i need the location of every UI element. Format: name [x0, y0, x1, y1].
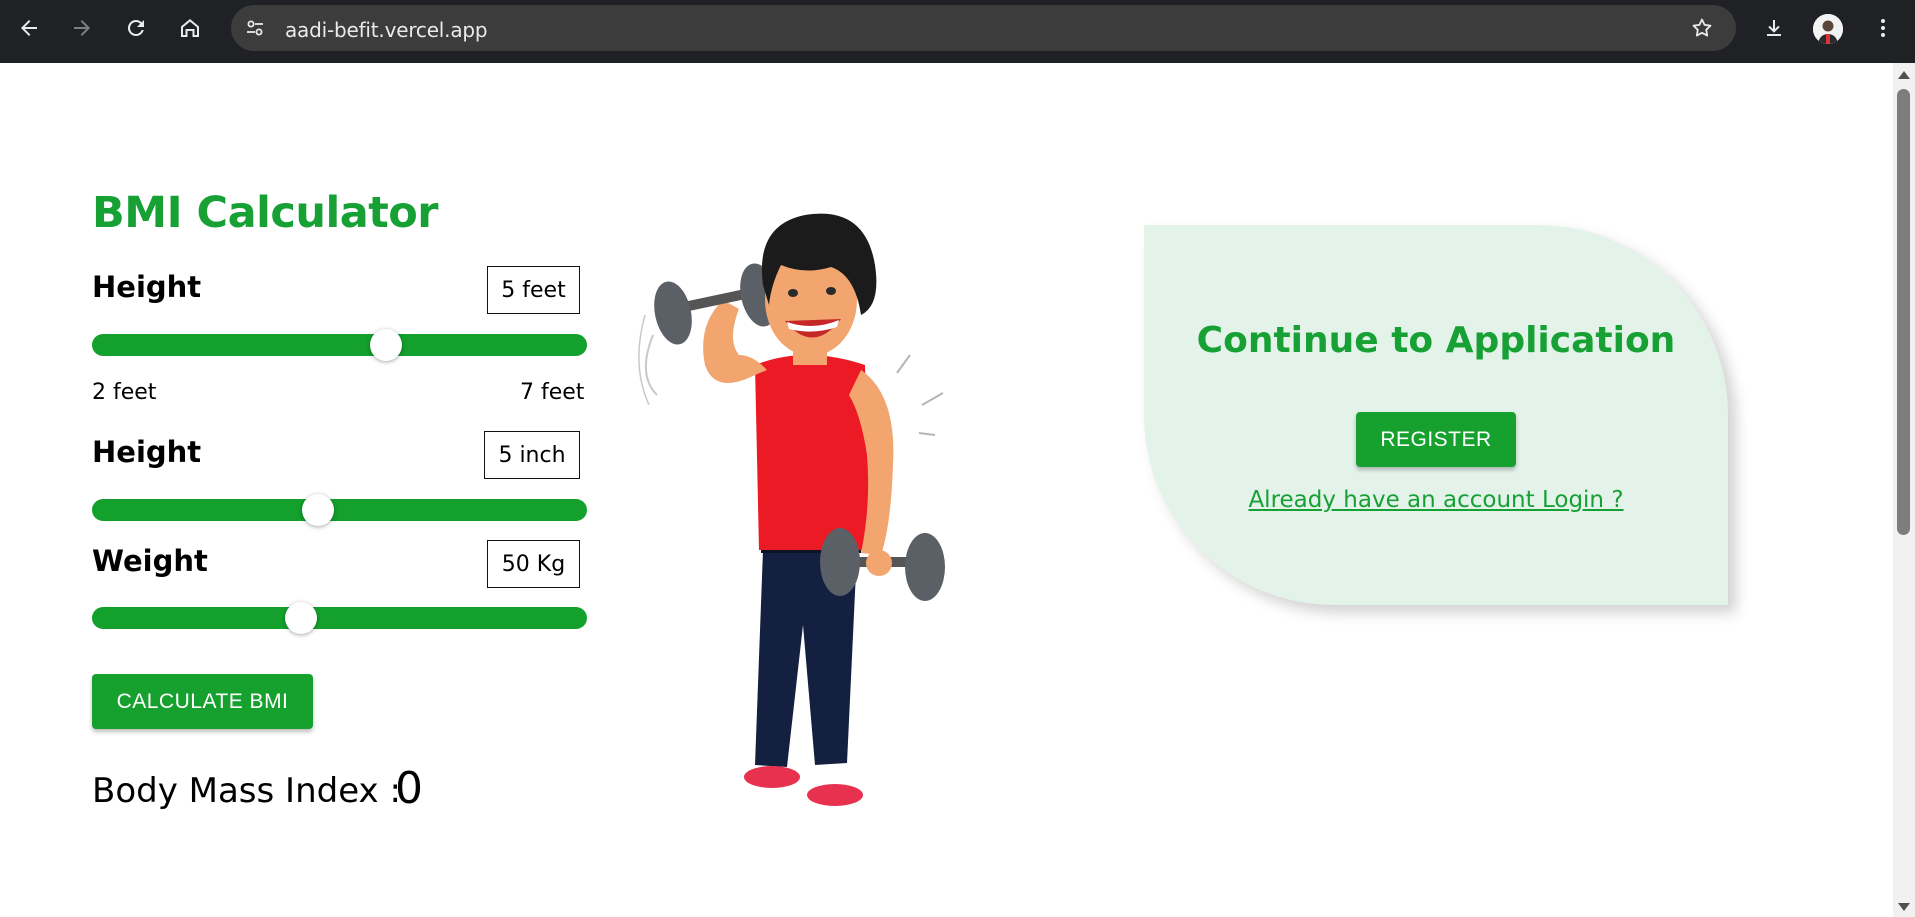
height-feet-slider-thumb[interactable] [370, 329, 403, 361]
site-settings-icon[interactable] [243, 16, 267, 40]
height-min-label: 2 feet [92, 380, 157, 405]
weight-slider[interactable] [92, 602, 587, 634]
height-inch-label: Height [92, 435, 202, 469]
browser-toolbar: aadi-befit.vercel.app [0, 0, 1915, 63]
login-link[interactable]: Already have an account Login ? [1144, 487, 1728, 513]
page-scrollbar[interactable] [1893, 63, 1915, 917]
back-icon[interactable] [13, 12, 45, 44]
bookmark-star-icon[interactable] [1690, 16, 1714, 40]
bmi-result-value: 0 [395, 763, 423, 814]
forward-icon[interactable] [66, 12, 98, 44]
calculate-bmi-button[interactable]: CALCULATE BMI [92, 674, 313, 729]
height-feet-value: 5 feet [487, 266, 580, 314]
url-text[interactable]: aadi-befit.vercel.app [285, 18, 488, 42]
height-inch-slider-thumb[interactable] [302, 494, 335, 526]
height-max-label: 7 feet [520, 380, 585, 405]
scroll-thumb[interactable] [1897, 89, 1910, 535]
address-bar[interactable]: aadi-befit.vercel.app [231, 5, 1736, 51]
download-icon[interactable] [1758, 12, 1790, 44]
height-feet-label: Height [92, 270, 202, 304]
bmi-title: BMI Calculator [92, 188, 439, 238]
menu-icon[interactable] [1867, 12, 1899, 44]
fitness-man-illustration [638, 213, 945, 806]
bmi-result-label: Body Mass Index : [92, 771, 401, 811]
profile-avatar[interactable] [1813, 14, 1843, 44]
weight-slider-thumb[interactable] [284, 602, 317, 634]
card-title: Continue to Application [1196, 320, 1676, 361]
continue-card: Continue to Application REGISTER Already… [1144, 225, 1728, 605]
scroll-down-arrow[interactable] [1898, 903, 1910, 911]
register-button[interactable]: REGISTER [1356, 412, 1516, 467]
height-inch-slider[interactable] [92, 494, 587, 526]
reload-icon[interactable] [120, 12, 152, 44]
height-feet-slider[interactable] [92, 329, 587, 361]
weight-value: 50 Kg [487, 540, 580, 588]
home-icon[interactable] [174, 12, 206, 44]
weight-label: Weight [92, 544, 208, 578]
height-inch-value: 5 inch [484, 431, 580, 479]
scroll-up-arrow[interactable] [1898, 71, 1910, 79]
